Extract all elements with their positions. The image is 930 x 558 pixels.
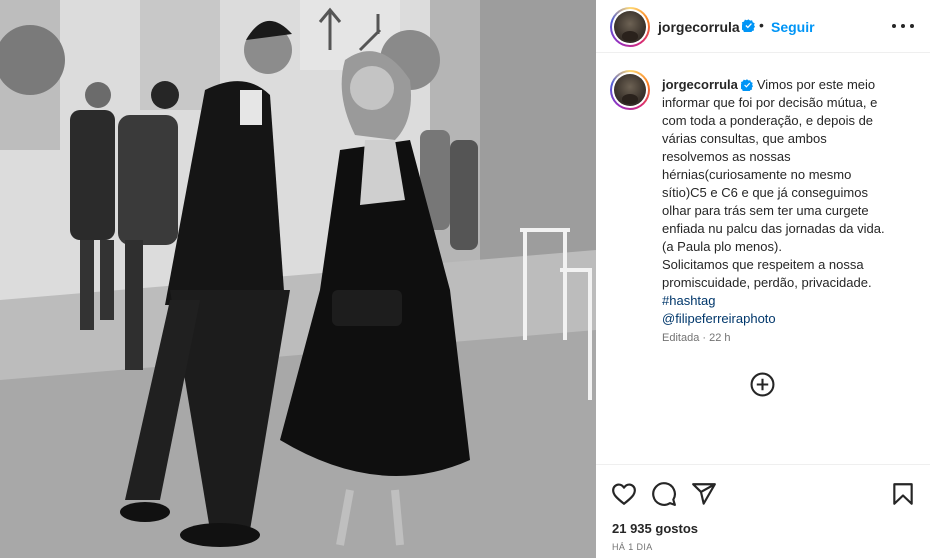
caption-text-line: Solicitamos que respeitem a nossa — [662, 257, 864, 272]
verified-badge-icon — [742, 19, 755, 32]
author-username[interactable]: jorgecorrula — [658, 19, 740, 35]
caption-text-line: promiscuidade, perdão, privacidade. — [662, 275, 872, 290]
post-photo-image — [0, 0, 596, 558]
caption-author-avatar[interactable] — [610, 70, 650, 110]
post-caption-area: jorgecorrula Vimos por este meio informa… — [596, 54, 930, 464]
caption-text-line: resolvemos as nossas — [662, 149, 791, 164]
edited-timestamp: Editada · 22 h — [662, 332, 731, 344]
post-header: jorgecorrula • Seguir — [596, 0, 930, 53]
post-time[interactable]: HÁ 1 DIA — [612, 542, 653, 552]
more-options-icon[interactable] — [890, 16, 916, 36]
post-actions: 21 935 gostos HÁ 1 DIA — [596, 464, 930, 558]
caption-text-line: Vimos por este meio — [756, 77, 876, 92]
share-icon[interactable] — [691, 481, 717, 507]
caption-text-line: várias consultas, que ambos — [662, 131, 827, 146]
mention-link[interactable]: @filipeferreiraphoto — [662, 310, 918, 328]
heart-icon[interactable] — [611, 481, 637, 507]
post-photo[interactable] — [0, 0, 596, 558]
caption-text-line: hérnias(curiosamente no mesmo — [662, 167, 852, 182]
caption-text-line: enfiada nu palcu das jornadas da vida. — [662, 221, 885, 236]
caption-text-line: sítio)C5 e C6 e que já conseguimos — [662, 185, 868, 200]
caption-first-line: jorgecorrula Vimos por este meio — [662, 76, 918, 94]
header-separator: • — [759, 17, 764, 33]
caption-text-line: (a Paula plo menos). — [662, 239, 782, 254]
bookmark-icon[interactable] — [890, 481, 916, 507]
load-more-comments-icon[interactable] — [750, 372, 775, 397]
caption-text-line: com toda a ponderação, e depois de — [662, 113, 874, 128]
author-avatar[interactable] — [610, 7, 650, 47]
comment-icon[interactable] — [651, 481, 677, 507]
post-side-panel: jorgecorrula • Seguir jorgecorrula Vimos… — [596, 0, 930, 558]
follow-button[interactable]: Seguir — [771, 19, 815, 35]
post-caption: jorgecorrula Vimos por este meio informa… — [662, 76, 918, 328]
caption-username[interactable]: jorgecorrula — [662, 77, 738, 92]
verified-badge-icon — [740, 79, 753, 91]
caption-text-line: olhar para trás sem ter uma curgete — [662, 203, 869, 218]
likes-count[interactable]: 21 935 gostos — [612, 521, 698, 536]
hashtag-link[interactable]: #hashtag — [662, 292, 918, 310]
caption-text-line: informar que foi por decisão mútua, e — [662, 95, 878, 110]
